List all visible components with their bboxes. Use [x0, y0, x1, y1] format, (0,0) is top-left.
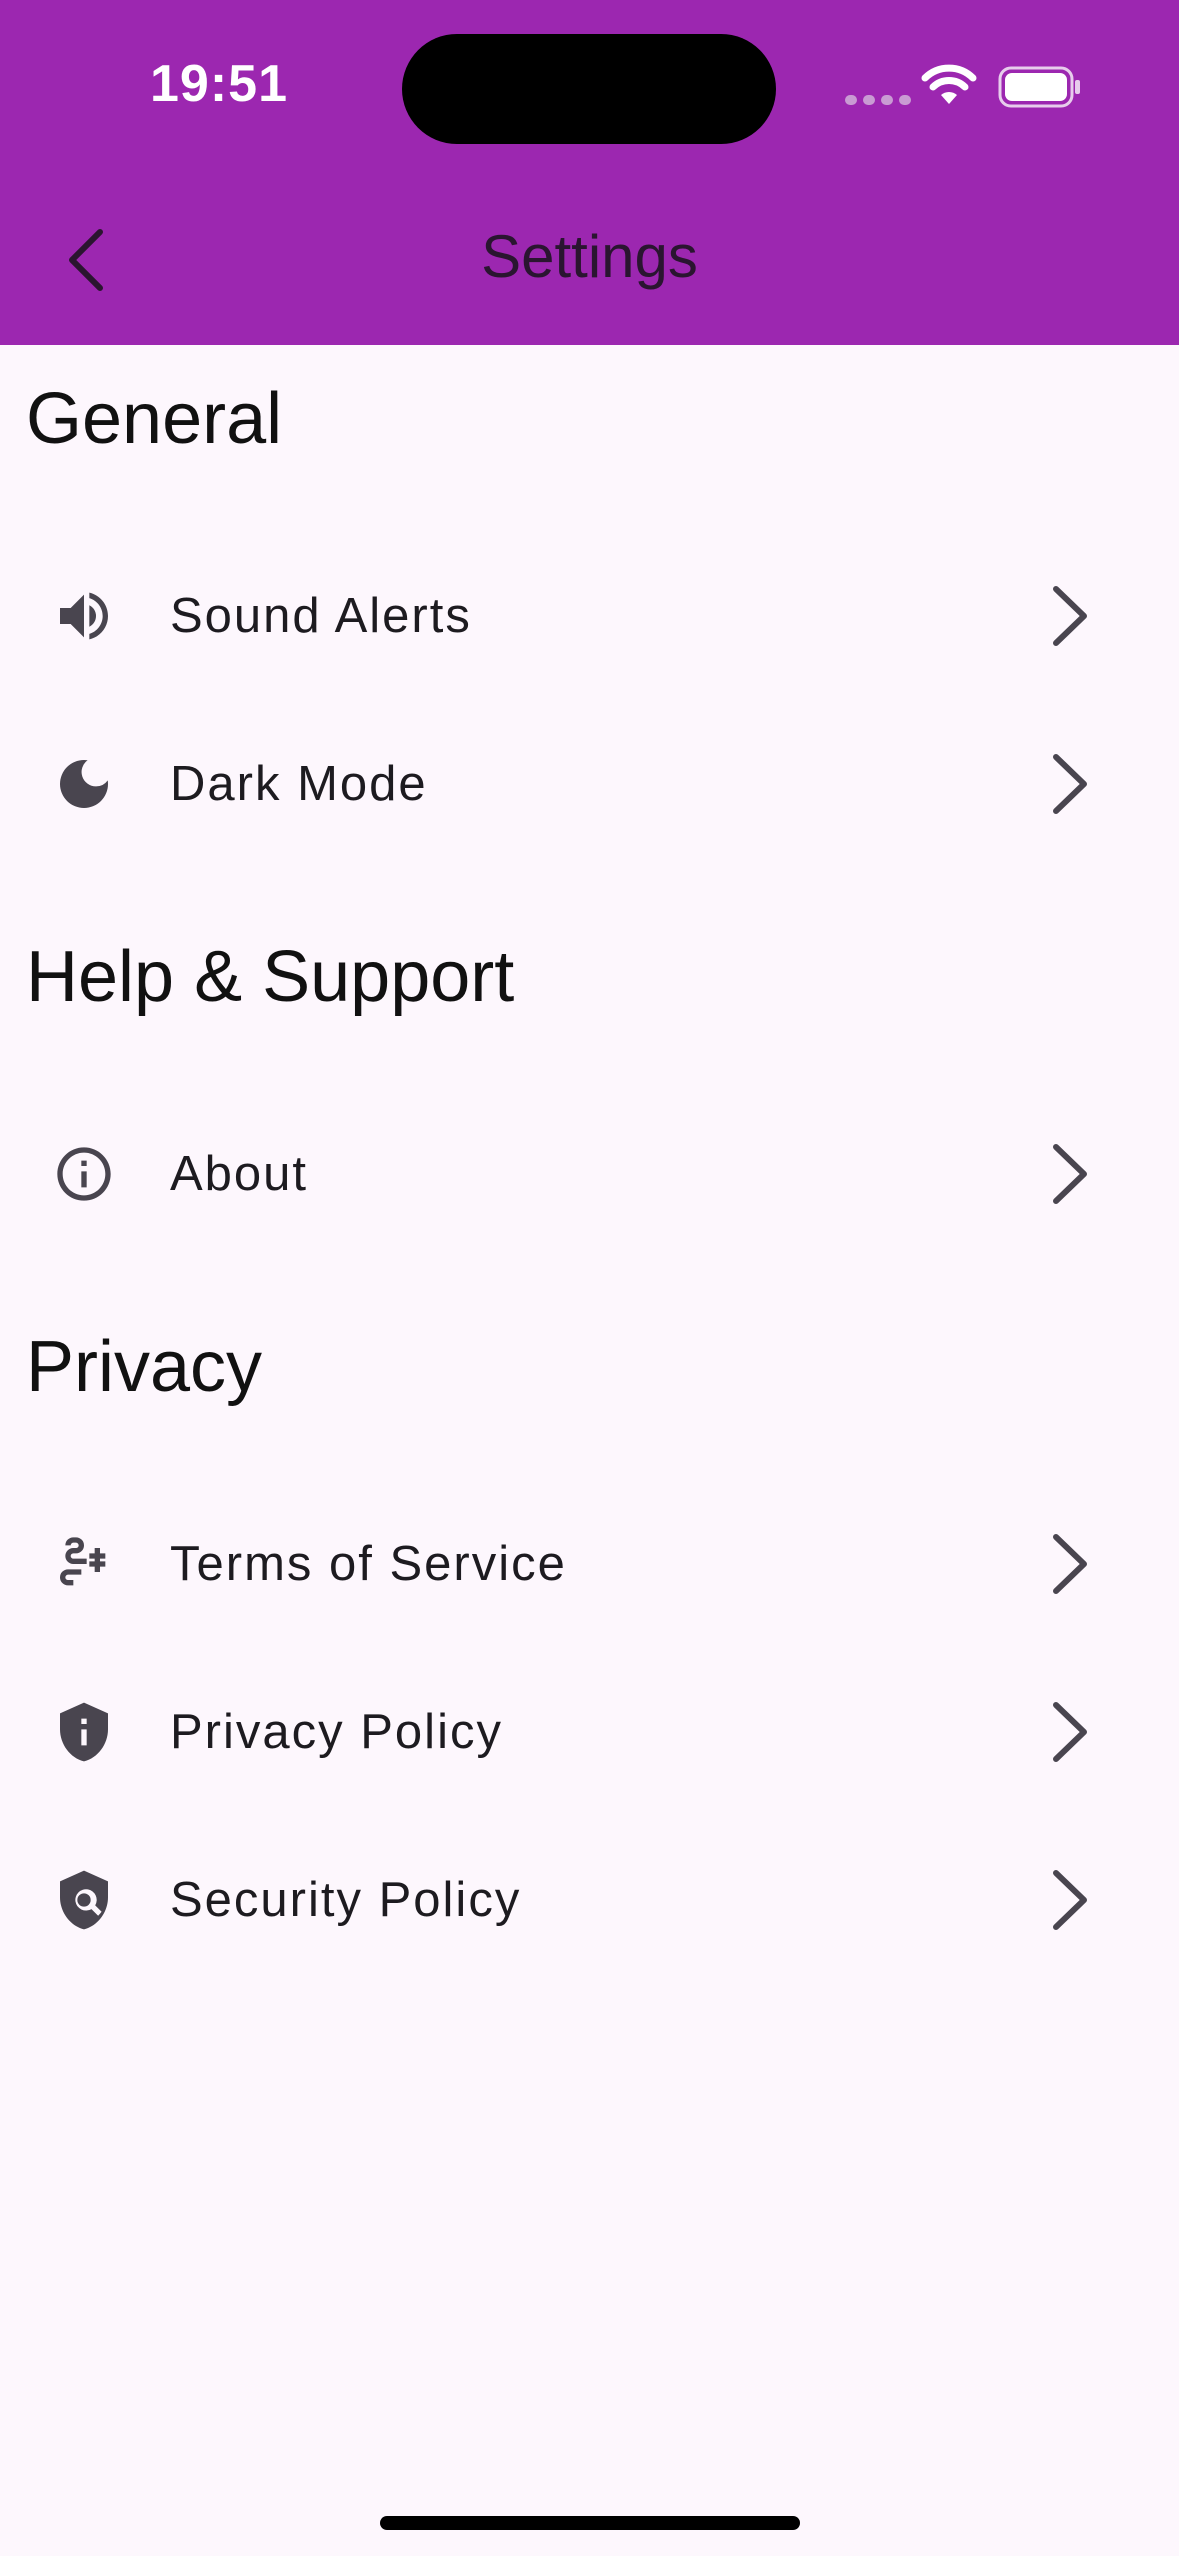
- settings-item-label: Dark Mode: [170, 757, 428, 811]
- settings-item-label: Terms of Service: [170, 1537, 567, 1591]
- settings-item-terms-of-service[interactable]: Terms of Service: [0, 1480, 1179, 1648]
- home-indicator[interactable]: [380, 2516, 800, 2530]
- app-bar: 19:51 Settings: [0, 0, 1179, 345]
- settings-item-label: Security Policy: [170, 1873, 522, 1927]
- wifi-icon: [921, 64, 977, 104]
- chevron-right-icon: [1040, 1528, 1100, 1600]
- dynamic-island: [402, 34, 776, 144]
- chevron-right-icon: [1040, 748, 1100, 820]
- settings-item-label: Sound Alerts: [170, 589, 472, 643]
- chevron-right-icon: [1040, 1138, 1100, 1210]
- shield-info-icon: [48, 1696, 120, 1768]
- settings-item-security-policy[interactable]: Security Policy: [0, 1816, 1179, 1984]
- section-title-general: General: [26, 379, 283, 459]
- chevron-right-icon: [1040, 1696, 1100, 1768]
- settings-item-label: Privacy Policy: [170, 1705, 503, 1759]
- volume-icon: [48, 580, 120, 652]
- section-title-help-support: Help & Support: [26, 937, 515, 1017]
- info-icon: [48, 1138, 120, 1210]
- settings-screen: 19:51 Settings General Sound Alerts Dark…: [0, 0, 1179, 2556]
- chevron-right-icon: [1040, 1864, 1100, 1936]
- settings-item-privacy-policy[interactable]: Privacy Policy: [0, 1648, 1179, 1816]
- settings-item-label: About: [170, 1147, 309, 1201]
- settings-item-sound-alerts[interactable]: Sound Alerts: [0, 532, 1179, 700]
- plug-icon: [48, 1528, 120, 1600]
- battery-icon: [998, 66, 1080, 108]
- settings-item-dark-mode[interactable]: Dark Mode: [0, 700, 1179, 868]
- shield-search-icon: [48, 1864, 120, 1936]
- moon-icon: [48, 748, 120, 820]
- chevron-right-icon: [1040, 580, 1100, 652]
- section-title-privacy: Privacy: [26, 1327, 263, 1407]
- page-title: Settings: [481, 223, 698, 290]
- status-time: 19:51: [150, 55, 288, 113]
- settings-item-about[interactable]: About: [0, 1090, 1179, 1258]
